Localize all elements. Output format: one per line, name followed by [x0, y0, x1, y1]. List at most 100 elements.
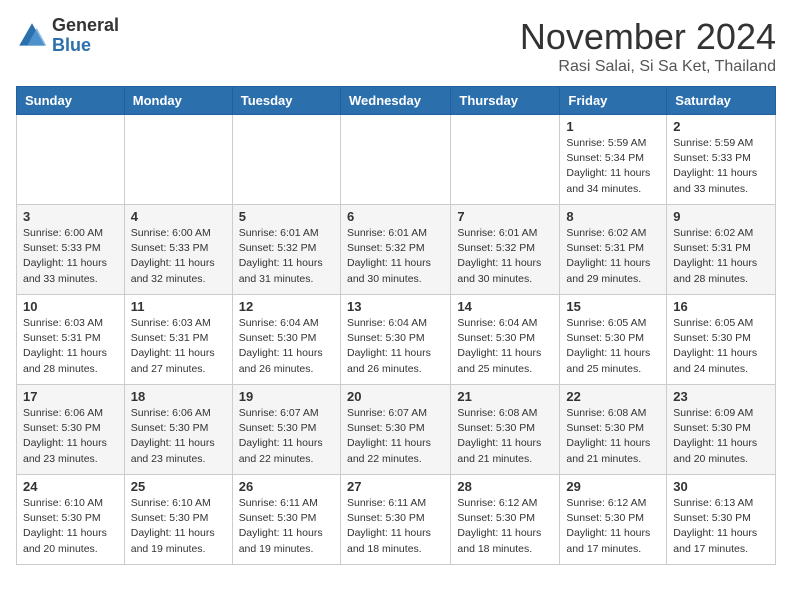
calendar-cell: 23Sunrise: 6:09 AM Sunset: 5:30 PM Dayli…	[667, 385, 776, 475]
calendar-cell: 4 Sunrise: 6:00 AM Sunset: 5:33 PM Daylig…	[124, 205, 232, 295]
day-info: Sunrise: 6:09 AM Sunset: 5:30 PM Dayligh…	[673, 406, 769, 467]
week-row-0: 1 Sunrise: 5:59 AM Sunset: 5:34 PM Daylig…	[17, 115, 776, 205]
day-number: 5	[239, 209, 334, 224]
day-info: Sunrise: 6:02 AM Sunset: 5:31 PM Dayligh…	[566, 226, 660, 287]
calendar-cell: 7 Sunrise: 6:01 AM Sunset: 5:32 PM Daylig…	[451, 205, 560, 295]
day-number: 8	[566, 209, 660, 224]
day-number: 18	[131, 389, 226, 404]
day-number: 24	[23, 479, 118, 494]
calendar-cell: 12 Sunrise: 6:04 AM Sunset: 5:30 PM Dayli…	[232, 295, 340, 385]
logo-blue-text: Blue	[52, 36, 119, 56]
day-info: Sunrise: 6:12 AM Sunset: 5:30 PM Dayligh…	[457, 496, 553, 557]
day-info: Sunrise: 6:01 AM Sunset: 5:32 PM Dayligh…	[457, 226, 553, 287]
calendar-cell: 1 Sunrise: 5:59 AM Sunset: 5:34 PM Daylig…	[560, 115, 667, 205]
day-number: 27	[347, 479, 444, 494]
calendar-cell: 20 Sunrise: 6:07 AM Sunset: 5:30 PM Dayli…	[340, 385, 450, 475]
weekday-header-saturday: Saturday	[667, 87, 776, 115]
calendar-cell: 10 Sunrise: 6:03 AM Sunset: 5:31 PM Dayli…	[17, 295, 125, 385]
day-info: Sunrise: 6:11 AM Sunset: 5:30 PM Dayligh…	[239, 496, 334, 557]
logo-general-text: General	[52, 16, 119, 36]
calendar-cell: 26 Sunrise: 6:11 AM Sunset: 5:30 PM Dayli…	[232, 475, 340, 565]
day-info: Sunrise: 6:03 AM Sunset: 5:31 PM Dayligh…	[23, 316, 118, 377]
day-info: Sunrise: 6:10 AM Sunset: 5:30 PM Dayligh…	[131, 496, 226, 557]
day-info: Sunrise: 6:00 AM Sunset: 5:33 PM Dayligh…	[23, 226, 118, 287]
day-info: Sunrise: 6:08 AM Sunset: 5:30 PM Dayligh…	[566, 406, 660, 467]
month-title: November 2024	[520, 16, 776, 58]
day-number: 29	[566, 479, 660, 494]
logo: General Blue	[16, 16, 119, 56]
day-info: Sunrise: 6:10 AM Sunset: 5:30 PM Dayligh…	[23, 496, 118, 557]
calendar-cell: 24 Sunrise: 6:10 AM Sunset: 5:30 PM Dayli…	[17, 475, 125, 565]
week-row-4: 24 Sunrise: 6:10 AM Sunset: 5:30 PM Dayli…	[17, 475, 776, 565]
calendar-cell: 16 Sunrise: 6:05 AM Sunset: 5:30 PM Dayli…	[667, 295, 776, 385]
calendar-cell: 17 Sunrise: 6:06 AM Sunset: 5:30 PM Dayli…	[17, 385, 125, 475]
day-info: Sunrise: 6:01 AM Sunset: 5:32 PM Dayligh…	[347, 226, 444, 287]
calendar-cell: 29 Sunrise: 6:12 AM Sunset: 5:30 PM Dayli…	[560, 475, 667, 565]
week-row-2: 10 Sunrise: 6:03 AM Sunset: 5:31 PM Dayli…	[17, 295, 776, 385]
calendar-cell: 2 Sunrise: 5:59 AM Sunset: 5:33 PM Daylig…	[667, 115, 776, 205]
day-info: Sunrise: 5:59 AM Sunset: 5:34 PM Dayligh…	[566, 136, 660, 197]
day-info: Sunrise: 6:13 AM Sunset: 5:30 PM Dayligh…	[673, 496, 769, 557]
day-info: Sunrise: 6:05 AM Sunset: 5:30 PM Dayligh…	[673, 316, 769, 377]
calendar-cell: 25 Sunrise: 6:10 AM Sunset: 5:30 PM Dayli…	[124, 475, 232, 565]
weekday-header-sunday: Sunday	[17, 87, 125, 115]
title-area: November 2024 Rasi Salai, Si Sa Ket, Tha…	[520, 16, 776, 76]
day-number: 11	[131, 299, 226, 314]
week-row-1: 3 Sunrise: 6:00 AM Sunset: 5:33 PM Daylig…	[17, 205, 776, 295]
week-row-3: 17 Sunrise: 6:06 AM Sunset: 5:30 PM Dayli…	[17, 385, 776, 475]
day-info: Sunrise: 6:06 AM Sunset: 5:30 PM Dayligh…	[23, 406, 118, 467]
day-number: 7	[457, 209, 553, 224]
day-number: 12	[239, 299, 334, 314]
weekday-header-row: SundayMondayTuesdayWednesdayThursdayFrid…	[17, 87, 776, 115]
day-info: Sunrise: 6:12 AM Sunset: 5:30 PM Dayligh…	[566, 496, 660, 557]
day-info: Sunrise: 6:04 AM Sunset: 5:30 PM Dayligh…	[347, 316, 444, 377]
calendar-cell	[340, 115, 450, 205]
calendar-table: SundayMondayTuesdayWednesdayThursdayFrid…	[16, 86, 776, 565]
day-number: 16	[673, 299, 769, 314]
calendar-cell: 27Sunrise: 6:11 AM Sunset: 5:30 PM Dayli…	[340, 475, 450, 565]
calendar-cell: 22 Sunrise: 6:08 AM Sunset: 5:30 PM Dayli…	[560, 385, 667, 475]
calendar-cell: 19 Sunrise: 6:07 AM Sunset: 5:30 PM Dayli…	[232, 385, 340, 475]
calendar-cell: 8 Sunrise: 6:02 AM Sunset: 5:31 PM Daylig…	[560, 205, 667, 295]
day-info: Sunrise: 6:07 AM Sunset: 5:30 PM Dayligh…	[239, 406, 334, 467]
calendar-cell: 13Sunrise: 6:04 AM Sunset: 5:30 PM Dayli…	[340, 295, 450, 385]
calendar-cell: 14 Sunrise: 6:04 AM Sunset: 5:30 PM Dayli…	[451, 295, 560, 385]
calendar-cell: 6Sunrise: 6:01 AM Sunset: 5:32 PM Daylig…	[340, 205, 450, 295]
day-number: 21	[457, 389, 553, 404]
day-info: Sunrise: 6:08 AM Sunset: 5:30 PM Dayligh…	[457, 406, 553, 467]
day-info: Sunrise: 6:07 AM Sunset: 5:30 PM Dayligh…	[347, 406, 444, 467]
day-number: 17	[23, 389, 118, 404]
day-info: Sunrise: 6:04 AM Sunset: 5:30 PM Dayligh…	[239, 316, 334, 377]
day-info: Sunrise: 6:00 AM Sunset: 5:33 PM Dayligh…	[131, 226, 226, 287]
calendar-cell	[232, 115, 340, 205]
day-number: 14	[457, 299, 553, 314]
day-number: 20	[347, 389, 444, 404]
day-info: Sunrise: 6:06 AM Sunset: 5:30 PM Dayligh…	[131, 406, 226, 467]
day-number: 10	[23, 299, 118, 314]
day-number: 25	[131, 479, 226, 494]
calendar-cell: 11Sunrise: 6:03 AM Sunset: 5:31 PM Dayli…	[124, 295, 232, 385]
calendar-cell	[451, 115, 560, 205]
day-number: 28	[457, 479, 553, 494]
day-number: 4	[131, 209, 226, 224]
weekday-header-friday: Friday	[560, 87, 667, 115]
day-info: Sunrise: 6:04 AM Sunset: 5:30 PM Dayligh…	[457, 316, 553, 377]
weekday-header-monday: Monday	[124, 87, 232, 115]
day-number: 22	[566, 389, 660, 404]
day-number: 1	[566, 119, 660, 134]
day-info: Sunrise: 5:59 AM Sunset: 5:33 PM Dayligh…	[673, 136, 769, 197]
calendar-cell: 3 Sunrise: 6:00 AM Sunset: 5:33 PM Daylig…	[17, 205, 125, 295]
calendar-cell: 15Sunrise: 6:05 AM Sunset: 5:30 PM Dayli…	[560, 295, 667, 385]
calendar-cell	[124, 115, 232, 205]
calendar-cell: 5 Sunrise: 6:01 AM Sunset: 5:32 PM Daylig…	[232, 205, 340, 295]
weekday-header-wednesday: Wednesday	[340, 87, 450, 115]
location-title: Rasi Salai, Si Sa Ket, Thailand	[520, 58, 776, 76]
day-info: Sunrise: 6:01 AM Sunset: 5:32 PM Dayligh…	[239, 226, 334, 287]
day-info: Sunrise: 6:05 AM Sunset: 5:30 PM Dayligh…	[566, 316, 660, 377]
day-number: 26	[239, 479, 334, 494]
day-number: 3	[23, 209, 118, 224]
day-number: 9	[673, 209, 769, 224]
day-number: 2	[673, 119, 769, 134]
day-number: 19	[239, 389, 334, 404]
calendar-cell: 18 Sunrise: 6:06 AM Sunset: 5:30 PM Dayli…	[124, 385, 232, 475]
